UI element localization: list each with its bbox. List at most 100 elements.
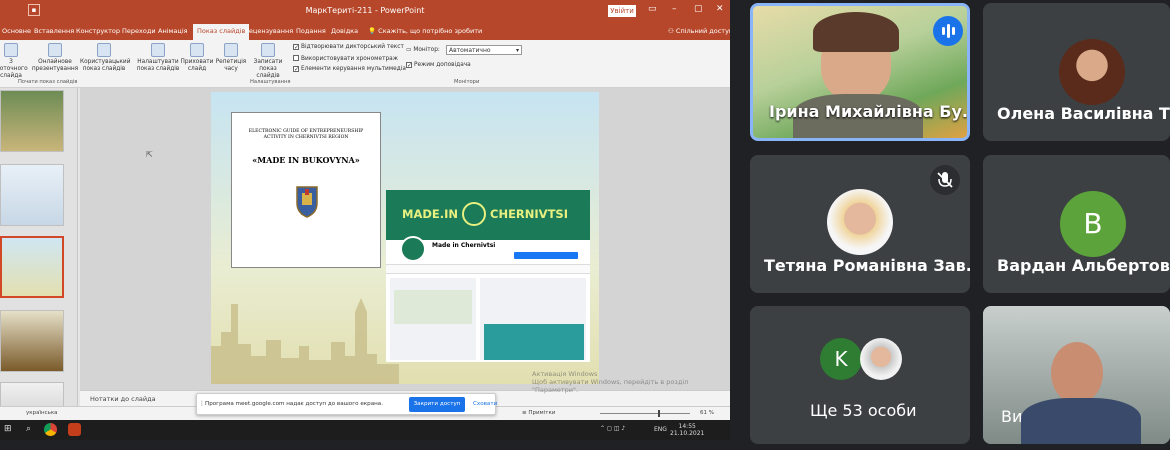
tab-home[interactable]: Основне [2, 27, 31, 35]
lightbulb-icon: 💡 [368, 27, 379, 35]
guide-header-text: ELECTRONIC GUIDE OF ENTREPRENEURSHIP ACT… [248, 129, 364, 140]
slide-thumbnails-pane[interactable] [0, 88, 78, 406]
custom-slideshow-button[interactable]: Користувацький показ слайдів [80, 43, 130, 73]
avatar [860, 338, 902, 380]
hide-notification-link[interactable]: Сховати [473, 401, 497, 407]
fb-nav-bar [386, 264, 590, 274]
zoom-slider-thumb[interactable] [658, 410, 660, 417]
avatar-initial: K [820, 338, 862, 380]
slide-thumbnail[interactable] [0, 310, 64, 372]
participant-name: Ще 53 особи [810, 401, 917, 420]
presenter-view-checkbox[interactable]: ✓ Режим доповідача [406, 62, 471, 69]
participant-body [1021, 398, 1141, 444]
monitor-label: ▭ Монітор: [406, 47, 440, 53]
tab-help[interactable]: Довідка [331, 27, 358, 35]
keyboard-language[interactable]: ENG [654, 426, 667, 433]
minimize-icon[interactable]: – [672, 4, 677, 14]
monitor-select[interactable]: Автоматично ▾ [446, 45, 522, 55]
participant-name: Вардан Альбертович [997, 256, 1170, 275]
participant-name: Олена Василівна Тре [997, 104, 1170, 123]
record-slideshow-button[interactable]: Записати показ слайдів [248, 43, 288, 80]
participant-tile[interactable]: Олена Василівна Тре [983, 3, 1170, 141]
present-online-icon [48, 43, 62, 57]
stop-sharing-button[interactable]: Закрити доступ [409, 397, 465, 412]
slide-thumbnail[interactable] [0, 382, 64, 406]
avatar [827, 189, 893, 255]
screen: ▪ МаркТеритi-211 - PowerPoint Увійти ▭ –… [0, 0, 1170, 450]
fb-follow-button [514, 252, 578, 259]
guide-title: «MADE IN BUKOVYNA» [252, 155, 360, 165]
guide-cover-document: ELECTRONIC GUIDE OF ENTREPRENEURSHIP ACT… [231, 112, 381, 268]
mic-off-icon [930, 165, 960, 195]
custom-show-icon [97, 43, 111, 57]
stopwatch-icon [224, 43, 238, 57]
avatar-initial: B [1060, 191, 1126, 257]
screen-share-notification: ⋮ Програма meet.google.com надає доступ … [196, 393, 497, 415]
tab-transitions[interactable]: Переходи [122, 27, 156, 35]
tray-icons[interactable]: ⌃ ◻ ◫ ♪ [600, 425, 625, 432]
tab-review[interactable]: Рецензування [245, 27, 293, 35]
chrome-icon[interactable] [44, 423, 57, 436]
hide-slide-icon [190, 43, 204, 57]
login-button[interactable]: Увійти [608, 5, 636, 17]
taskbar-clock[interactable]: 14:55 21.10.2021 [670, 423, 704, 437]
hide-slide-button[interactable]: Приховати слайд [180, 43, 214, 73]
windows-start-icon[interactable]: ⊞ [4, 424, 12, 434]
use-timings-checkbox[interactable]: Використовувати хронометраж [293, 55, 398, 62]
notes-toggle-button[interactable]: ≡ Примітки [522, 410, 555, 416]
more-participants-tile[interactable]: K Ще 53 особи [750, 306, 970, 444]
tab-view[interactable]: Подання [296, 27, 326, 35]
checkbox-unchecked-icon [293, 55, 299, 61]
share-button[interactable]: ⚇ Спільний доступ [668, 27, 730, 35]
tab-animations[interactable]: Анімація [158, 27, 188, 35]
coat-of-arms-icon [296, 186, 318, 218]
language-status[interactable]: українська [26, 410, 58, 416]
tab-design[interactable]: Конструктор [76, 27, 120, 35]
slide-thumbnail[interactable] [0, 90, 64, 152]
maximize-icon[interactable]: ▢ [694, 4, 703, 14]
page-avatar [400, 236, 426, 262]
checkbox-checked-icon: ✓ [293, 66, 300, 73]
avatar [1059, 39, 1125, 105]
zoom-level[interactable]: 61 % [700, 410, 714, 416]
ribbon-slideshow: З поточного слайда Онлайнове презентуван… [0, 40, 730, 88]
windows-activation-watermark: Активація Windows Щоб активувати Windows… [532, 370, 689, 394]
participant-tile[interactable]: Тетяна Романівна Зав... [750, 155, 970, 293]
search-icon[interactable]: ⌕ [26, 424, 31, 434]
self-view-tile[interactable]: Ви [983, 306, 1170, 444]
mouse-cursor-icon: ⇱ [146, 150, 153, 159]
participant-name: Тетяна Романівна Зав... [764, 256, 970, 275]
media-controls-checkbox[interactable]: ✓ Елементи керування мультимедіа [293, 66, 406, 73]
from-current-slide-button[interactable]: З поточного слайда [0, 43, 28, 80]
tab-insert[interactable]: Вставлення [34, 27, 74, 35]
heart-logo-icon [462, 202, 486, 226]
fb-post-image [484, 324, 584, 360]
group-start-slideshow: Почати показ слайдів [18, 79, 78, 85]
tab-slideshow[interactable]: Показ слайдів [193, 24, 250, 40]
rehearse-timings-button[interactable]: Репетиція часу [214, 43, 248, 73]
shared-screen-powerpoint: ▪ МаркТеритi-211 - PowerPoint Увійти ▭ –… [0, 0, 730, 420]
ribbon-display-icon[interactable]: ▭ [648, 4, 657, 14]
fb-map [394, 290, 472, 324]
current-slide[interactable]: ELECTRONIC GUIDE OF ENTREPRENEURSHIP ACT… [211, 92, 599, 384]
share-message: Програма meet.google.com надає доступ до… [205, 401, 384, 407]
powerpoint-icon[interactable] [68, 423, 81, 436]
slide-thumbnail-selected[interactable] [0, 236, 64, 298]
powerpoint-title-bar: ▪ МаркТеритi-211 - PowerPoint Увійти ▭ –… [0, 0, 730, 22]
participant-tile[interactable]: B Вардан Альбертович [983, 155, 1170, 293]
participant-face [1051, 342, 1103, 404]
slide-thumbnail[interactable] [0, 164, 64, 226]
slideshow-icon [4, 43, 18, 57]
zoom-slider[interactable] [600, 413, 690, 414]
setup-slideshow-button[interactable]: Налаштувати показ слайдів [134, 43, 182, 73]
tell-me-search[interactable]: 💡 Скажіть, що потрібно зробити [368, 27, 482, 35]
checkbox-checked-icon: ✓ [406, 62, 413, 69]
made-in-chernivtsi-banner: MADE.IN CHERNIVTSI [386, 190, 590, 240]
slide-editing-canvas[interactable]: ⇱ ELECTRONIC GUIDE OF ENTREPRENEURSHIP A… [80, 88, 730, 390]
play-narrations-checkbox[interactable]: ✓ Відтворювати дикторський текст [293, 44, 404, 51]
windows-taskbar: ⊞ ⌕ ⌃ ◻ ◫ ♪ ENG 14:55 21.10.2021 [0, 420, 730, 440]
speaking-indicator-icon [933, 16, 963, 46]
participant-tile[interactable]: Ірина Михайлівна Бу... [750, 3, 970, 141]
close-icon[interactable]: ✕ [716, 4, 724, 14]
present-online-button[interactable]: Онлайнове презентування [30, 43, 80, 73]
